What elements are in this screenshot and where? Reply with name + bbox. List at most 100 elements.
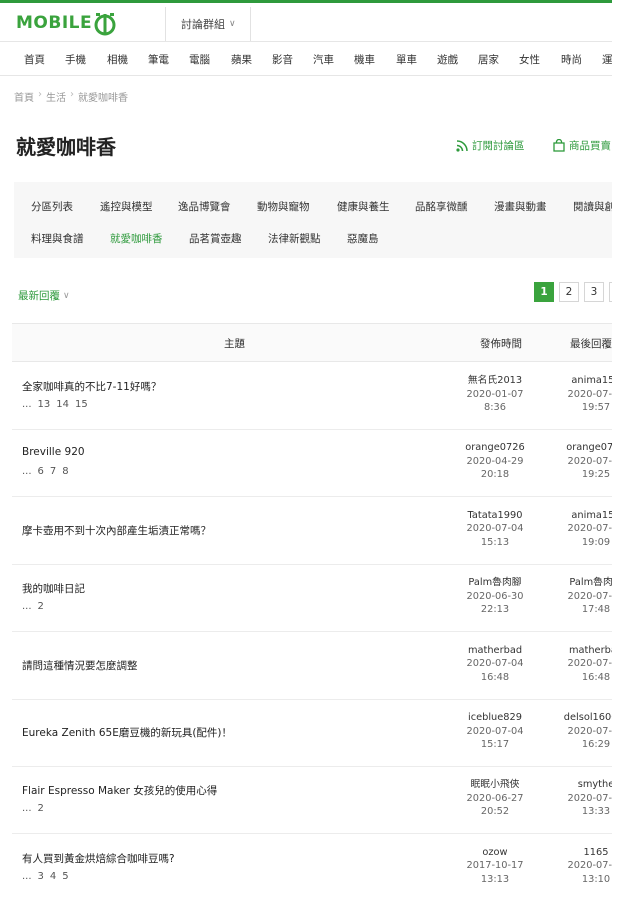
table-row[interactable]: 摩卡壺用不到十次內部產生垢漬正常嗎？ Tatata1990 2020-07-04 15…	[12, 498, 612, 565]
page-button[interactable]: 2	[559, 282, 579, 302]
nav-item[interactable]: 單車	[396, 52, 417, 67]
thread-page-link[interactable]: 8	[62, 466, 68, 477]
time: 15:17	[480, 739, 510, 750]
user-name[interactable]: 1165	[551, 846, 612, 860]
nav-item[interactable]: 汽車	[313, 52, 334, 67]
nav-item[interactable]: 女性	[519, 52, 540, 67]
date: 2020-07-04	[567, 388, 612, 400]
last-reply-info: smythe2020-07-04 13:33	[551, 778, 612, 819]
chevron-down-icon: ∨	[229, 19, 236, 29]
category-item[interactable]: 分區列表	[31, 199, 73, 214]
page-button-current[interactable]: 1	[534, 282, 554, 302]
category-item[interactable]: 料理與食譜	[31, 231, 84, 246]
user-name[interactable]: matherbad	[551, 644, 612, 658]
category-item[interactable]: 漫畫與動畫	[494, 199, 547, 214]
site-logo[interactable]: MOBILE	[16, 11, 116, 36]
page-button[interactable]: 3	[584, 282, 604, 302]
thread-page-links: ... 2	[22, 601, 50, 612]
category-item[interactable]: 逸品博覽會	[178, 199, 231, 214]
user-name[interactable]: anima158	[551, 374, 612, 388]
thread-title[interactable]: Flair Espresso Maker 女孩兒的使用心得	[22, 783, 217, 798]
user-name[interactable]: anima158	[551, 509, 612, 523]
thread-page-link[interactable]: 15	[75, 399, 88, 410]
breadcrumb-home[interactable]: 首頁	[14, 89, 34, 104]
thread-page-link[interactable]: 5	[62, 871, 68, 882]
category-item[interactable]: 惡魔島	[347, 231, 379, 246]
user-name[interactable]: smythe	[551, 778, 612, 792]
category-item[interactable]: 動物與寵物	[257, 199, 310, 214]
thread-title[interactable]: Eureka Zenith 65E磨豆機的新玩具(配件)！	[22, 725, 232, 740]
user-name[interactable]: 無名氏2013	[450, 374, 540, 388]
thread-page-link[interactable]: 2	[38, 601, 44, 612]
nav-item[interactable]: 相機	[107, 52, 128, 67]
table-row[interactable]: Breville 920... 6 7 8 orange0726 2020-04-29 20…	[12, 430, 612, 498]
nav-item[interactable]: 機車	[354, 52, 375, 67]
user-name[interactable]: delsol1600cc	[551, 711, 612, 725]
breadcrumb-life[interactable]: 生活	[46, 89, 66, 104]
chevron-right-icon: ›	[70, 89, 74, 100]
category-item[interactable]: 閱讀與創	[573, 199, 612, 214]
time: 22:13	[480, 604, 510, 616]
table-row[interactable]: Flair Espresso Maker 女孩兒的使用心得... 2 眠眠小飛俠 20…	[12, 767, 612, 835]
thread-page-link[interactable]: 4	[50, 871, 56, 882]
nav-item[interactable]: 筆電	[148, 52, 169, 67]
nav-item[interactable]: 居家	[478, 52, 499, 67]
nav-item[interactable]: 運	[602, 52, 612, 67]
nav-item[interactable]: 首頁	[24, 52, 45, 67]
thread-page-link[interactable]: 3	[38, 871, 44, 882]
category-item[interactable]: 法律新觀點	[268, 231, 321, 246]
user-name[interactable]: 眠眠小飛俠	[450, 778, 540, 792]
nav-item[interactable]: 電腦	[189, 52, 210, 67]
breadcrumb-current: 就愛咖啡香	[78, 93, 128, 104]
nav-item[interactable]: 時尚	[561, 52, 582, 67]
user-name[interactable]: Palm魯肉腳	[450, 576, 540, 590]
thread-page-link[interactable]: 6	[38, 466, 44, 477]
thread-title[interactable]: 我的咖啡日記	[22, 581, 85, 596]
user-name[interactable]: matherbad	[450, 644, 540, 658]
post-info: matherbad 2020-07-04 16:48	[450, 644, 540, 685]
thread-title[interactable]: 有人買到黃金烘焙綜合咖啡豆嗎?	[22, 851, 175, 866]
sort-dropdown[interactable]: 最新回覆 ∨	[18, 288, 70, 303]
thread-title[interactable]: 摩卡壺用不到十次內部產生垢漬正常嗎？	[22, 523, 211, 538]
table-row[interactable]: Eureka Zenith 65E磨豆機的新玩具(配件)！ iceblue829 2…	[12, 700, 612, 767]
user-name[interactable]: orange0726	[551, 441, 612, 455]
user-name[interactable]: Tatata1990	[450, 509, 540, 523]
thread-page-link: ...	[22, 803, 32, 815]
user-name[interactable]: ozow	[450, 846, 540, 860]
user-name[interactable]: iceblue829	[450, 711, 540, 725]
thread-page-link[interactable]: 14	[56, 399, 69, 410]
table-row[interactable]: 全家咖啡真的不比7-11好嗎？... 13 14 15 無名氏2013 2020-01-0…	[12, 363, 612, 430]
table-row[interactable]: 有人買到黃金烘焙綜合咖啡豆嗎?... 3 4 5 ozow 2017-10-17 13:13…	[12, 835, 612, 900]
time: 20:52	[480, 806, 510, 818]
user-name[interactable]: orange0726	[450, 441, 540, 455]
nav-item[interactable]: 遊戲	[437, 52, 458, 67]
thread-title[interactable]: 全家咖啡真的不比7-11好嗎？	[22, 379, 161, 394]
thread-page-link: ...	[22, 601, 32, 613]
user-name[interactable]: Palm魯肉腳	[551, 576, 612, 590]
thread-title[interactable]: Breville 920	[22, 446, 85, 458]
last-reply-info: matherbad2020-07-0416:48	[551, 644, 612, 685]
table-row[interactable]: 我的咖啡日記...2Palm魯肉腳2020-06-3022:13Palm魯肉腳2…	[12, 565, 612, 633]
category-item-active[interactable]: 就愛咖啡香	[110, 231, 163, 246]
forum-group-dropdown[interactable]: 討論群組 ∨	[181, 16, 236, 32]
nav-item[interactable]: 蘋果	[231, 52, 252, 67]
category-item[interactable]: 品茗賞壺趣	[189, 231, 242, 246]
page-margin	[612, 0, 632, 900]
post-info: iceblue829 2020-07-04 15:17	[450, 711, 540, 752]
nav-item[interactable]: 手機	[65, 52, 86, 67]
category-item[interactable]: 健康與養生	[337, 199, 390, 214]
thread-page-link[interactable]: 13	[38, 399, 51, 410]
column-header-topic: 主題	[224, 338, 245, 350]
category-item[interactable]: 遙控與模型	[100, 199, 153, 214]
date: 2020-04-29	[466, 455, 524, 467]
category-item[interactable]: 品酩享微醺	[415, 199, 468, 214]
thread-page-link: ...	[22, 466, 32, 478]
last-reply-info: orange07262020-07-04 19:25	[551, 441, 612, 482]
nav-item[interactable]: 影音	[272, 52, 293, 67]
shop-button[interactable]: 商品買賣	[553, 138, 611, 153]
thread-page-link[interactable]: 7	[50, 466, 56, 477]
table-row[interactable]: 請問這種情況要怎麼調整 matherbad 2020-07-04 16:48 mathe…	[12, 633, 612, 700]
subscribe-button[interactable]: 訂閱討論區	[456, 138, 525, 153]
thread-page-link[interactable]: 2	[38, 803, 44, 814]
thread-title[interactable]: 請問這種情況要怎麼調整	[22, 658, 138, 673]
